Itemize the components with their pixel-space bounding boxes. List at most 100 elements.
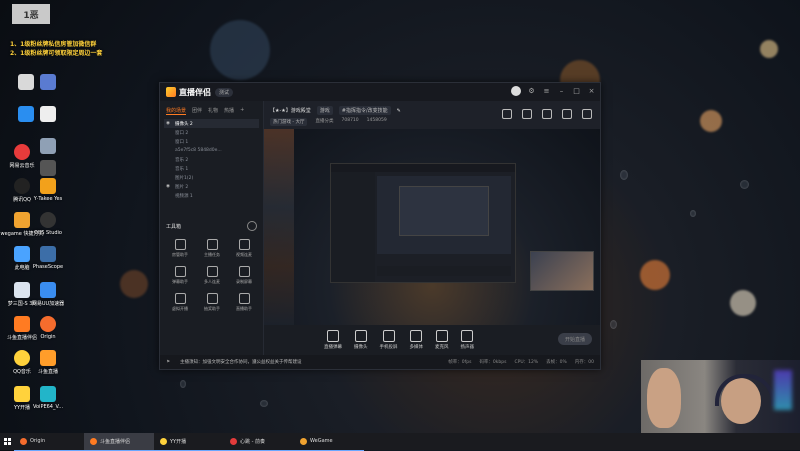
share-icon[interactable]: [582, 109, 592, 119]
notification-icon[interactable]: [562, 109, 572, 119]
category-tag[interactable]: 热门游戏 - 大厅: [270, 118, 308, 126]
tool-item[interactable]: 虚拟开播: [164, 293, 196, 312]
scene-item[interactable]: 视频源 1: [164, 191, 259, 200]
desktop-icon-2[interactable]: [26, 74, 70, 92]
user-avatar[interactable]: [511, 86, 521, 96]
status-bar: ⚑ 主播须知：加强文明安全合作协同，遵公益权益关于传帮建设 帧率：0fps 码率…: [160, 355, 600, 369]
windows-logo-icon: [3, 438, 11, 445]
side-strip-image: [264, 129, 294, 325]
nested-bottom-bar: [377, 266, 511, 276]
desktop-icon-origin[interactable]: Origin: [26, 316, 70, 340]
settings-icon[interactable]: ⚙: [527, 87, 536, 96]
minimize-icon[interactable]: –: [557, 87, 566, 96]
tab-3[interactable]: 礼物: [208, 107, 218, 115]
category-label: 直播分类: [315, 119, 334, 124]
scene-item[interactable]: 窗口 1: [164, 137, 259, 146]
nested-left-panel: [331, 172, 375, 282]
taskbar-item-douyu-companion[interactable]: 斗鱼直播伴侣: [84, 432, 154, 451]
tab-4[interactable]: 热播: [224, 107, 234, 115]
tab-my-scenes[interactable]: 我的场景: [166, 107, 187, 115]
taskbar-item-wegame[interactable]: WeGame: [294, 433, 364, 451]
gift-icon[interactable]: [542, 109, 552, 119]
add-tab-icon[interactable]: +: [240, 107, 244, 115]
stat-bitrate: 码率：0kbps: [479, 360, 507, 365]
tool-item[interactable]: 弹幕助手: [164, 266, 196, 285]
phone-icon: [382, 330, 395, 342]
desktop-icon-ytakee[interactable]: Y·Takee Yes: [26, 178, 70, 202]
nested-titlebar: [331, 164, 515, 172]
tab-2[interactable]: 团伴: [192, 107, 202, 115]
lottery-icon: [206, 293, 218, 304]
speaker-button[interactable]: 扬声器: [461, 330, 474, 350]
tool-item[interactable]: 房管助手: [164, 239, 196, 258]
eye-icon[interactable]: ◉: [166, 184, 171, 189]
edit-icon[interactable]: ✎: [397, 108, 401, 114]
scene-item[interactable]: ◉ 摄像头 2: [164, 119, 259, 128]
streaming-app-window: 直播伴侣 测试 ⚙ ≡ – □ × 我的场景 团伴 礼物 热播 + ◉ 摄像头 2…: [159, 82, 601, 370]
scene-item[interactable]: 音乐 1: [164, 164, 259, 173]
scene-item[interactable]: 图片1(2): [164, 173, 259, 182]
danmaku-button[interactable]: 直播弹幕: [324, 330, 342, 350]
app-icon: [40, 246, 56, 262]
mobile-cast-button[interactable]: 手机投屏: [380, 330, 398, 350]
scene-item[interactable]: a5e7f5c8 5848d0e...: [164, 146, 259, 155]
tool-item[interactable]: 直播助手: [228, 293, 260, 312]
stream-preview[interactable]: [264, 129, 600, 325]
app-icon: [40, 160, 56, 176]
stream-sub-info: 热门游戏 - 大厅 直播分类 708710 1458059: [270, 118, 387, 126]
stat-drop: 丢帧：0%: [546, 360, 567, 365]
multimedia-button[interactable]: 多媒体: [410, 330, 423, 350]
desktop-icon-phasescope[interactable]: PhaseScope: [26, 246, 70, 270]
stat-fps: 帧率：0fps: [448, 360, 472, 365]
music-icon: [14, 144, 30, 160]
danmaku-icon: [174, 266, 186, 277]
desktop-icon-uu[interactable]: 网易UU加速器: [26, 282, 70, 307]
lock-icon[interactable]: [522, 109, 532, 119]
eye-icon[interactable]: ◉: [166, 121, 171, 126]
microphone-button[interactable]: 麦克风: [435, 330, 449, 350]
menu-icon[interactable]: ≡: [542, 87, 551, 96]
taskbar-item-origin[interactable]: Origin: [14, 433, 84, 451]
microphone-icon: [435, 330, 448, 342]
desktop-icon-obs[interactable]: OBS Studio: [26, 212, 70, 236]
scene-item[interactable]: 窗口 2: [164, 128, 259, 137]
desktop-icon-4[interactable]: [26, 106, 70, 124]
neon-light-image: [774, 370, 792, 410]
stream-tag[interactable]: 游戏: [316, 106, 333, 115]
version-badge[interactable]: 测试: [215, 87, 234, 97]
tool-item[interactable]: 视频连麦: [228, 239, 260, 258]
camera-button[interactable]: 摄像头: [354, 330, 368, 350]
tool-item[interactable]: 录制屏幕: [228, 266, 260, 285]
scene-item[interactable]: ◉ 图片 2: [164, 182, 259, 191]
desktop-icon-voipe[interactable]: VoiPE64_V...: [26, 386, 70, 410]
douyu-icon: [90, 437, 97, 445]
stream-tag[interactable]: #指挥指令/改变技能: [338, 106, 391, 115]
tool-item[interactable]: 多人连麦: [196, 266, 228, 285]
close-icon[interactable]: ×: [587, 87, 596, 96]
yy-icon: [160, 437, 167, 445]
taskbar-item-yy[interactable]: YY开播: [154, 433, 224, 451]
windows-taskbar: Origin 斗鱼直播伴侣 YY开播 心跳 - 前奏 WeGame: [0, 432, 800, 451]
tool-item[interactable]: 抽奖助手: [196, 293, 228, 312]
taskbar-item-music[interactable]: 心跳 - 前奏: [224, 433, 294, 451]
stream-title[interactable]: 【★-★】游戏殿堂: [270, 107, 311, 114]
desktop-icon-douyu[interactable]: 斗鱼直播: [26, 350, 70, 375]
desktop-icon-6[interactable]: [26, 160, 70, 178]
assistant-icon: [238, 293, 250, 304]
maximize-icon[interactable]: □: [572, 87, 581, 96]
link-icon[interactable]: [502, 109, 512, 119]
camera-source-thumbnail[interactable]: [530, 251, 594, 291]
follower-count: 1458059: [366, 118, 387, 123]
tool-item[interactable]: 主播任务: [196, 239, 228, 258]
origin-icon: [20, 437, 27, 445]
douyu-icon: [40, 350, 56, 366]
bell-icon: [174, 239, 186, 250]
source-toolbar: 直播弹幕 摄像头 手机投屏 多媒体 麦克风 扬声器 开始直播: [264, 325, 600, 355]
toolbox-settings-icon[interactable]: [247, 221, 257, 231]
status-notice[interactable]: 主播须知：加强文明安全合作协同，遵公益权益关于传帮建设: [180, 359, 302, 365]
stream-banner: 1、1级粉丝牌私信房管加微信群 2、1级粉丝牌可领取限定周边一套: [10, 40, 130, 58]
start-live-button[interactable]: 开始直播: [558, 333, 592, 345]
scene-item[interactable]: 音乐 2: [164, 155, 259, 164]
start-button[interactable]: [0, 433, 14, 450]
stat-mem: 内存：00: [574, 360, 594, 365]
